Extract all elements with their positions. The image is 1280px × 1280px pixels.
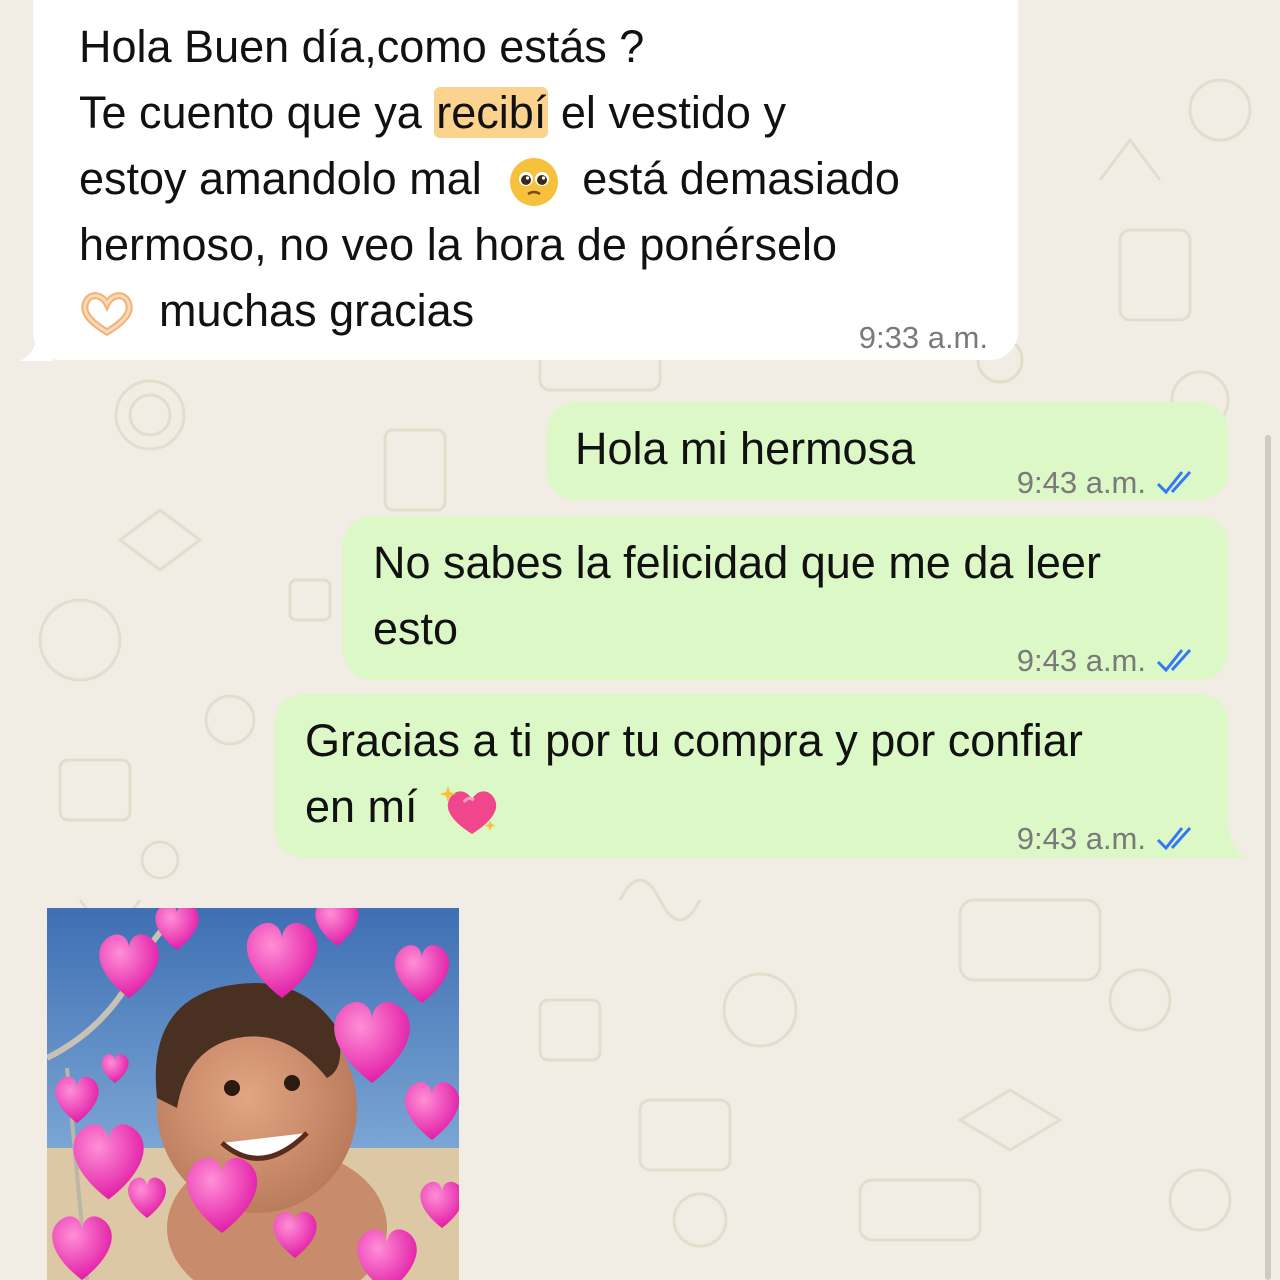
double-check-icon xyxy=(1156,470,1192,495)
message-line: No sabes la felicidad que me da leer xyxy=(373,537,1101,588)
photo-sticker[interactable] xyxy=(47,908,459,1280)
outgoing-message-bubble[interactable]: Gracias a ti por tu compra y por confiar… xyxy=(275,694,1250,858)
message-meta: 9:33 a.m. xyxy=(859,305,988,371)
highlighted-word: recibí xyxy=(434,87,549,138)
bubble-tail xyxy=(1216,822,1250,858)
message-line: el vestido y xyxy=(560,87,786,138)
message-line: estoy amandolo mal xyxy=(79,153,482,204)
heart-hands-icon xyxy=(81,292,133,337)
message-line: en mí xyxy=(305,781,418,832)
message-line: Te cuento que ya xyxy=(79,87,422,138)
scrollbar[interactable] xyxy=(1265,435,1271,1280)
outgoing-message-bubble[interactable]: No sabes la felicidad que me da leer est… xyxy=(343,516,1228,680)
message-line: está demasiado xyxy=(582,153,900,204)
message-line: hermoso, no veo la hora de ponérselo xyxy=(79,219,837,270)
message-meta: 9:43 a.m. xyxy=(1017,806,1200,872)
pleading-face-icon xyxy=(510,158,559,207)
message-line: esto xyxy=(373,603,459,654)
message-text: Hola mi hermosa xyxy=(575,423,916,474)
message-line: Hola Buen día,como estás ? xyxy=(79,21,645,72)
incoming-message-bubble[interactable]: Hola Buen día,como estás ? Te cuento que… xyxy=(19,0,1018,361)
message-line: muchas gracias xyxy=(159,285,475,336)
outgoing-message-bubble[interactable]: Hola mi hermosa 9:43 a.m. xyxy=(547,402,1228,500)
message-time: 9:43 a.m. xyxy=(1016,821,1146,856)
message-meta: 9:43 a.m. xyxy=(1017,628,1200,694)
sparkling-heart-icon xyxy=(440,786,497,835)
bubble-tail xyxy=(19,325,53,361)
message-time: 9:33 a.m. xyxy=(858,320,988,355)
double-check-icon xyxy=(1156,648,1192,673)
message-meta: 9:43 a.m. xyxy=(1017,450,1200,516)
photo-image xyxy=(47,908,459,1280)
message-line: Gracias a ti por tu compra y por confiar xyxy=(305,715,1083,766)
message-time: 9:43 a.m. xyxy=(1016,465,1146,500)
double-check-icon xyxy=(1156,826,1192,851)
message-time: 9:43 a.m. xyxy=(1016,643,1146,678)
